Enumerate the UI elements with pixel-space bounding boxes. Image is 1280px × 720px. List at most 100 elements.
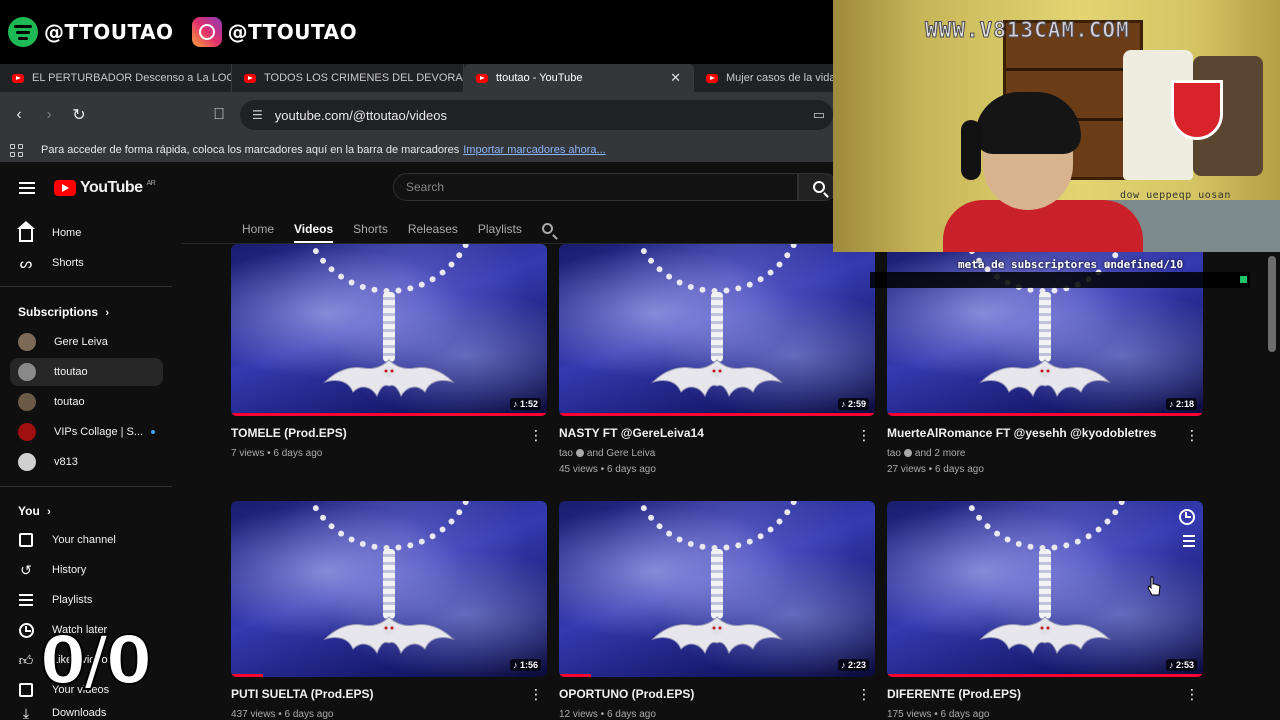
download-icon: ⤓	[22, 706, 30, 720]
video-coauthors[interactable]: and 2 more	[915, 448, 966, 459]
avatar	[18, 423, 36, 441]
sidebar-item-vips-collage[interactable]: VIPs Collage | S...	[10, 418, 163, 446]
video-card[interactable]: ♪ 2:53 DIFERENTE (Prod.EPS) 175 views • 6 …	[887, 501, 1203, 720]
add-to-queue-icon[interactable]	[1179, 535, 1195, 551]
browser-tab-active[interactable]: ttoutao - YouTube ✕	[464, 64, 694, 92]
video-meta: 437 views • 6 days ago	[231, 707, 547, 720]
video-card[interactable]: ♪ 1:56 PUTI SUELTA (Prod.EPS) 437 views • …	[231, 501, 547, 720]
sidebar-item-label: toutao	[54, 396, 85, 408]
spotify-handle: @TTOUTAO	[8, 17, 174, 47]
sidebar-item-history[interactable]: ↺ History	[10, 556, 163, 584]
sidebar-item-v813[interactable]: v813	[10, 448, 163, 476]
sidebar-item-playlists[interactable]: Playlists	[10, 586, 163, 614]
more-options-icon[interactable]: ⋮	[857, 687, 871, 701]
watch-progress-bar	[231, 674, 263, 677]
browser-tab[interactable]: EL PERTURBADOR Descenso a La LOCURA	[0, 64, 232, 92]
watch-progress-bar	[887, 674, 1203, 677]
more-options-icon[interactable]: ⋮	[857, 428, 871, 442]
cast-icon[interactable]: ▭	[813, 107, 825, 123]
tab-releases[interactable]: Releases	[408, 222, 458, 236]
pendant-graphic	[1039, 292, 1051, 362]
video-author[interactable]: tao	[887, 448, 901, 459]
webcam-person	[943, 92, 1143, 252]
video-title[interactable]: NASTY FT @GereLeiva14	[559, 426, 875, 440]
page-scrollbar[interactable]	[1268, 256, 1276, 352]
video-card[interactable]: ♪ 2:23 OPORTUNO (Prod.EPS) 12 views • 6 da…	[559, 501, 875, 720]
tab-title: ttoutao - YouTube	[496, 72, 583, 84]
more-options-icon[interactable]: ⋮	[1185, 428, 1199, 442]
close-tab-icon[interactable]: ✕	[670, 70, 681, 86]
menu-icon[interactable]	[19, 182, 35, 194]
watch-later-icon	[18, 622, 34, 638]
sidebar-item-downloads[interactable]: ⤓ Downloads	[10, 706, 163, 720]
apps-grid-icon[interactable]	[10, 143, 23, 157]
more-options-icon[interactable]: ⋮	[529, 687, 543, 701]
you-header[interactable]: You ›	[18, 504, 51, 518]
youtube-header: YouTube AR Search	[0, 162, 838, 214]
subscriptions-header[interactable]: Subscriptions ›	[18, 305, 109, 319]
video-coauthors[interactable]: and Gere Leiva	[587, 448, 655, 459]
browser-tab-strip: EL PERTURBADOR Descenso a La LOCURA TODO…	[0, 64, 833, 92]
watch-later-icon[interactable]	[1179, 509, 1195, 525]
video-card[interactable]: ♪ 2:59 NASTY FT @GereLeiva14 tao and Gere L…	[559, 244, 875, 478]
more-options-icon[interactable]: ⋮	[1185, 687, 1199, 701]
video-meta: 7 views • 6 days ago	[231, 446, 547, 462]
webcam-team-badge	[1171, 80, 1223, 140]
tab-videos[interactable]: Videos	[294, 222, 334, 243]
video-thumbnail[interactable]: ♪ 2:23	[559, 501, 875, 677]
webcam-small-text: dow ueppeqp uosan	[1120, 190, 1231, 201]
import-bookmarks-link[interactable]: Importar marcadores ahora...	[463, 144, 605, 156]
video-title[interactable]: TOMELE (Prod.EPS)	[231, 426, 547, 440]
bat-pendant-graphic	[651, 613, 783, 657]
history-icon: ↺	[20, 561, 32, 578]
chain-graphic	[299, 244, 479, 294]
bookmark-icon[interactable]: ⎕	[210, 106, 228, 124]
more-options-icon[interactable]: ⋮	[529, 428, 543, 442]
video-thumbnail[interactable]: ♪ 2:59	[559, 244, 875, 416]
forward-arrow-icon[interactable]: ›	[40, 106, 58, 124]
video-title[interactable]: OPORTUNO (Prod.EPS)	[559, 687, 875, 701]
sidebar-item-shorts[interactable]: ᔕ Shorts	[10, 249, 163, 277]
video-title[interactable]: DIFERENTE (Prod.EPS)	[887, 687, 1203, 701]
bookmarks-hint-text: Para acceder de forma rápida, coloca los…	[41, 144, 460, 156]
video-author[interactable]: tao	[559, 448, 573, 459]
channel-search-icon[interactable]	[541, 223, 553, 234]
back-arrow-icon[interactable]: ‹	[10, 106, 28, 124]
verified-icon	[903, 449, 912, 458]
tab-home[interactable]: Home	[242, 222, 274, 236]
sidebar-item-home[interactable]: Home	[10, 219, 163, 247]
new-content-dot	[151, 430, 156, 434]
watch-progress-bar	[231, 413, 547, 416]
bat-pendant-graphic	[651, 356, 783, 400]
url-field[interactable]: ☰ youtube.com/@ttoutao/videos ▭	[240, 100, 833, 130]
video-stats: 437 views • 6 days ago	[231, 709, 334, 720]
video-card[interactable]: ♪ 1:52 TOMELE (Prod.EPS) 7 views • 6 days …	[231, 244, 547, 462]
browser-tab[interactable]: Mujer casos de la vida real	[694, 64, 833, 92]
youtube-logo[interactable]: YouTube AR	[54, 179, 156, 197]
sidebar-item-label: Downloads	[52, 707, 107, 719]
url-text: youtube.com/@ttoutao/videos	[274, 107, 447, 123]
video-thumbnail[interactable]: ♪ 1:52	[231, 244, 547, 416]
search-input[interactable]: Search	[393, 173, 798, 201]
sidebar-divider	[0, 286, 172, 287]
video-title[interactable]: MuerteAlRomance FT @yesehh @kyodobletres	[887, 426, 1203, 440]
tab-shorts[interactable]: Shorts	[353, 222, 388, 236]
subscriptions-header-text: Subscriptions	[18, 305, 99, 319]
tab-playlists[interactable]: Playlists	[478, 222, 522, 236]
browser-tab[interactable]: TODOS LOS CRIMENES DEL DEVORADOR	[232, 64, 464, 92]
chain-graphic	[955, 501, 1135, 551]
site-settings-icon[interactable]: ☰	[252, 108, 263, 122]
you-header-text: You	[18, 504, 40, 518]
reload-icon[interactable]: ↻	[70, 105, 88, 125]
video-thumbnail[interactable]: ♪ 1:56	[231, 501, 547, 677]
youtube-favicon-icon	[706, 73, 718, 83]
sidebar-item-toutao[interactable]: toutao	[10, 388, 163, 416]
chain-graphic	[627, 244, 807, 294]
sidebar-item-gere-leiva[interactable]: Gere Leiva	[10, 328, 163, 356]
sidebar-item-your-channel[interactable]: Your channel	[10, 526, 163, 554]
sidebar-item-ttoutao[interactable]: ttoutao	[10, 358, 163, 386]
instagram-handle: @TTOUTAO	[191, 17, 358, 47]
video-title[interactable]: PUTI SUELTA (Prod.EPS)	[231, 687, 547, 701]
search-button[interactable]	[798, 173, 838, 201]
webcam-overlay: WWW.V813CAM.COM dow ueppeqp uosan	[833, 0, 1280, 252]
